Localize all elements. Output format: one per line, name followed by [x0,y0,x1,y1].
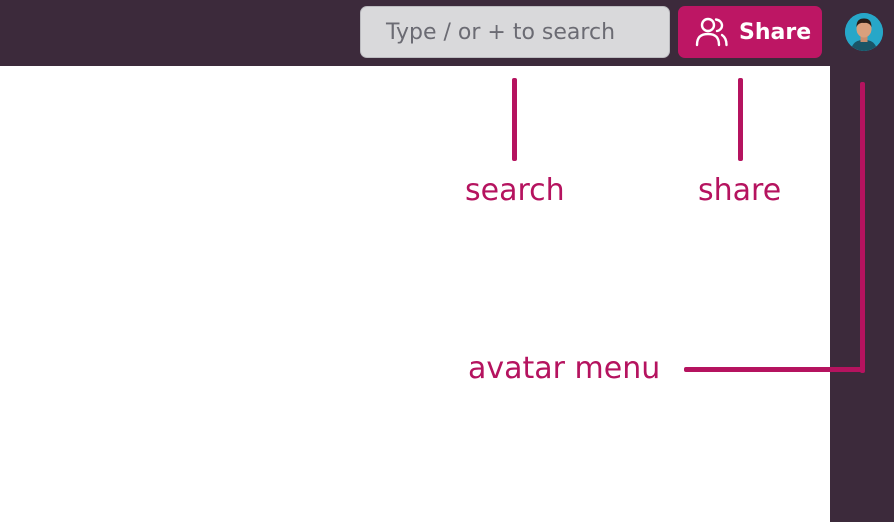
avatar-callout-line-vertical [860,82,865,373]
share-callout-line [738,78,743,161]
people-icon [695,17,728,47]
top-bar: Type / or + to search Share [0,0,894,66]
search-placeholder: Type / or + to search [386,19,616,45]
share-label: Share [739,19,812,45]
search-callout-line [512,78,517,161]
share-callout-label: share [698,173,782,208]
avatar-callout-line-horizontal [684,367,865,372]
avatar-button[interactable] [845,13,883,51]
share-button[interactable]: Share [678,6,822,58]
avatar-menu-callout-label: avatar menu [468,351,661,386]
search-callout-label: search [465,173,565,208]
search-input[interactable]: Type / or + to search [360,6,670,58]
user-avatar-icon [845,13,883,51]
